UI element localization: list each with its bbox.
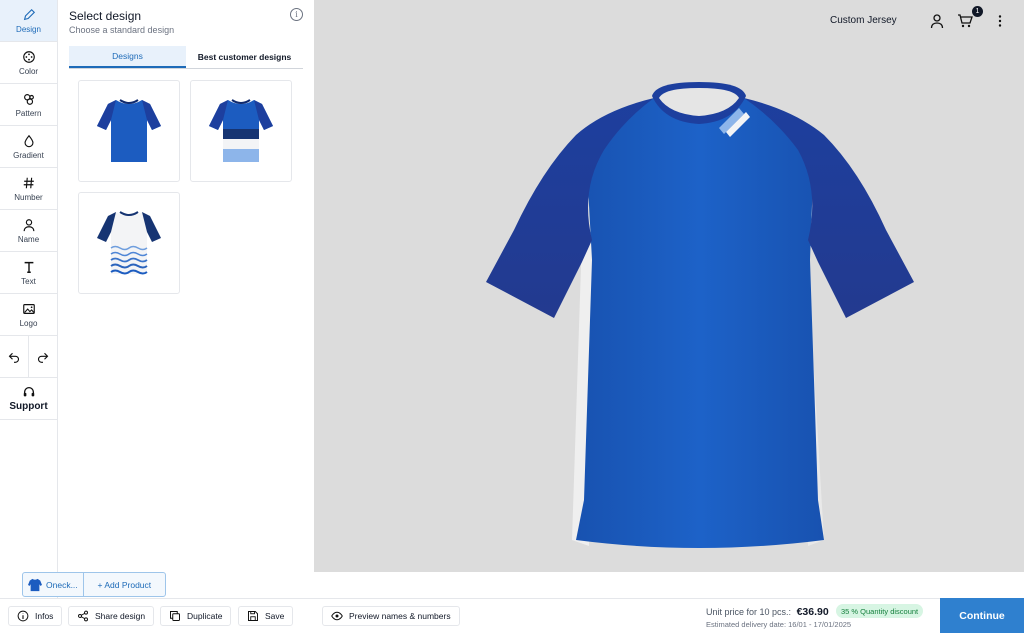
product-selector: Oneck... + Add Product [22, 572, 166, 597]
rail-item-label: Color [18, 66, 39, 76]
jersey-plain-thumbnail [97, 99, 161, 162]
jersey-3d-viewport[interactable] [314, 0, 1024, 572]
redo-icon [38, 352, 49, 363]
rail-item-label: Design [16, 24, 41, 34]
redo-button[interactable] [29, 336, 57, 377]
rail-item-name[interactable]: Name [0, 210, 57, 252]
cart-count-badge: 1 [972, 6, 983, 17]
tab-designs[interactable]: Designs [69, 46, 186, 68]
infos-label: Infos [35, 611, 54, 621]
rail-item-label: Name [17, 234, 40, 244]
person-icon [23, 218, 34, 231]
unit-price-label: Unit price for 10 pcs.: [706, 607, 792, 617]
account-button[interactable] [928, 12, 946, 30]
unit-price-value: €36.90 [796, 606, 829, 618]
undo-button[interactable] [0, 336, 29, 377]
rail-item-label: Number [14, 192, 43, 202]
rail-item-logo[interactable]: Logo [0, 294, 57, 336]
info-icon [17, 610, 29, 622]
design-thumbnail-wave[interactable] [78, 192, 180, 294]
infos-button[interactable]: Infos [8, 606, 63, 626]
drop-icon [23, 134, 34, 147]
preview-label: Preview names & numbers [349, 611, 451, 621]
delivery-date: Estimated delivery date: 16/01 - 17/01/2… [706, 620, 852, 629]
quantity-discount-badge: 35 % Quantity discount [836, 604, 924, 618]
panel-title: Select design [69, 9, 142, 23]
undo-redo-row [0, 336, 57, 378]
product-chip-label: Oneck... [46, 579, 78, 590]
jersey-wave-thumbnail [97, 211, 161, 275]
rail-item-text[interactable]: Text [0, 252, 57, 294]
rail-item-color[interactable]: Color [0, 42, 57, 84]
preview-names-numbers-button[interactable]: Preview names & numbers [322, 606, 460, 626]
duplicate-button[interactable]: Duplicate [160, 606, 232, 626]
tool-rail: Design Color Pattern Gradient Number Nam… [0, 0, 58, 598]
undo-icon [8, 352, 19, 363]
pattern-icon [23, 93, 34, 105]
share-design-button[interactable]: Share design [68, 606, 155, 626]
support-button[interactable]: Support [0, 378, 57, 420]
unit-price: Unit price for 10 pcs.: €36.90 [706, 606, 829, 618]
rail-item-label: Logo [19, 318, 38, 328]
cart-icon [958, 14, 973, 28]
rail-item-design[interactable]: Design [0, 0, 57, 42]
rail-item-pattern[interactable]: Pattern [0, 84, 57, 126]
design-tabs: Designs Best customer designs [69, 46, 303, 69]
user-icon [930, 14, 944, 29]
share-design-label: Share design [95, 611, 146, 621]
jersey-striped-thumbnail [209, 99, 273, 162]
duplicate-label: Duplicate [187, 611, 223, 621]
continue-button[interactable]: Continue [940, 598, 1024, 633]
rail-item-number[interactable]: Number [0, 168, 57, 210]
product-chip-oneck[interactable]: Oneck... [23, 573, 84, 596]
tab-best-customer-designs[interactable]: Best customer designs [186, 46, 303, 68]
text-icon [24, 261, 33, 273]
panel-subtitle: Choose a standard design [69, 25, 175, 35]
more-menu-button[interactable] [991, 12, 1009, 30]
add-product-button[interactable]: + Add Product [84, 580, 165, 590]
image-icon [22, 303, 35, 314]
pencil-icon [23, 8, 35, 20]
jersey-3d-render [486, 82, 914, 548]
hash-icon [23, 177, 34, 188]
kebab-menu-icon [998, 15, 1002, 27]
palette-icon [22, 50, 35, 63]
save-label: Save [265, 611, 285, 621]
rail-item-label: Gradient [13, 150, 44, 160]
jersey-mini-icon [28, 578, 42, 591]
rail-item-gradient[interactable]: Gradient [0, 126, 57, 168]
rail-item-label: Pattern [15, 108, 42, 118]
headset-icon [23, 386, 34, 397]
rail-item-label: Text [21, 276, 36, 286]
duplicate-icon [170, 611, 180, 621]
eye-icon [331, 611, 343, 621]
info-icon[interactable]: i [290, 8, 303, 21]
design-thumbnail-striped[interactable] [190, 80, 292, 182]
product-title: Custom Jersey [830, 15, 897, 26]
design-panel: Select design Choose a standard design i… [59, 0, 314, 572]
support-label: Support [9, 401, 48, 412]
design-thumbnail-plain[interactable] [78, 80, 180, 182]
save-icon [248, 611, 258, 621]
save-button[interactable]: Save [238, 606, 294, 626]
share-icon [78, 610, 88, 622]
cart-button[interactable] [956, 12, 974, 30]
